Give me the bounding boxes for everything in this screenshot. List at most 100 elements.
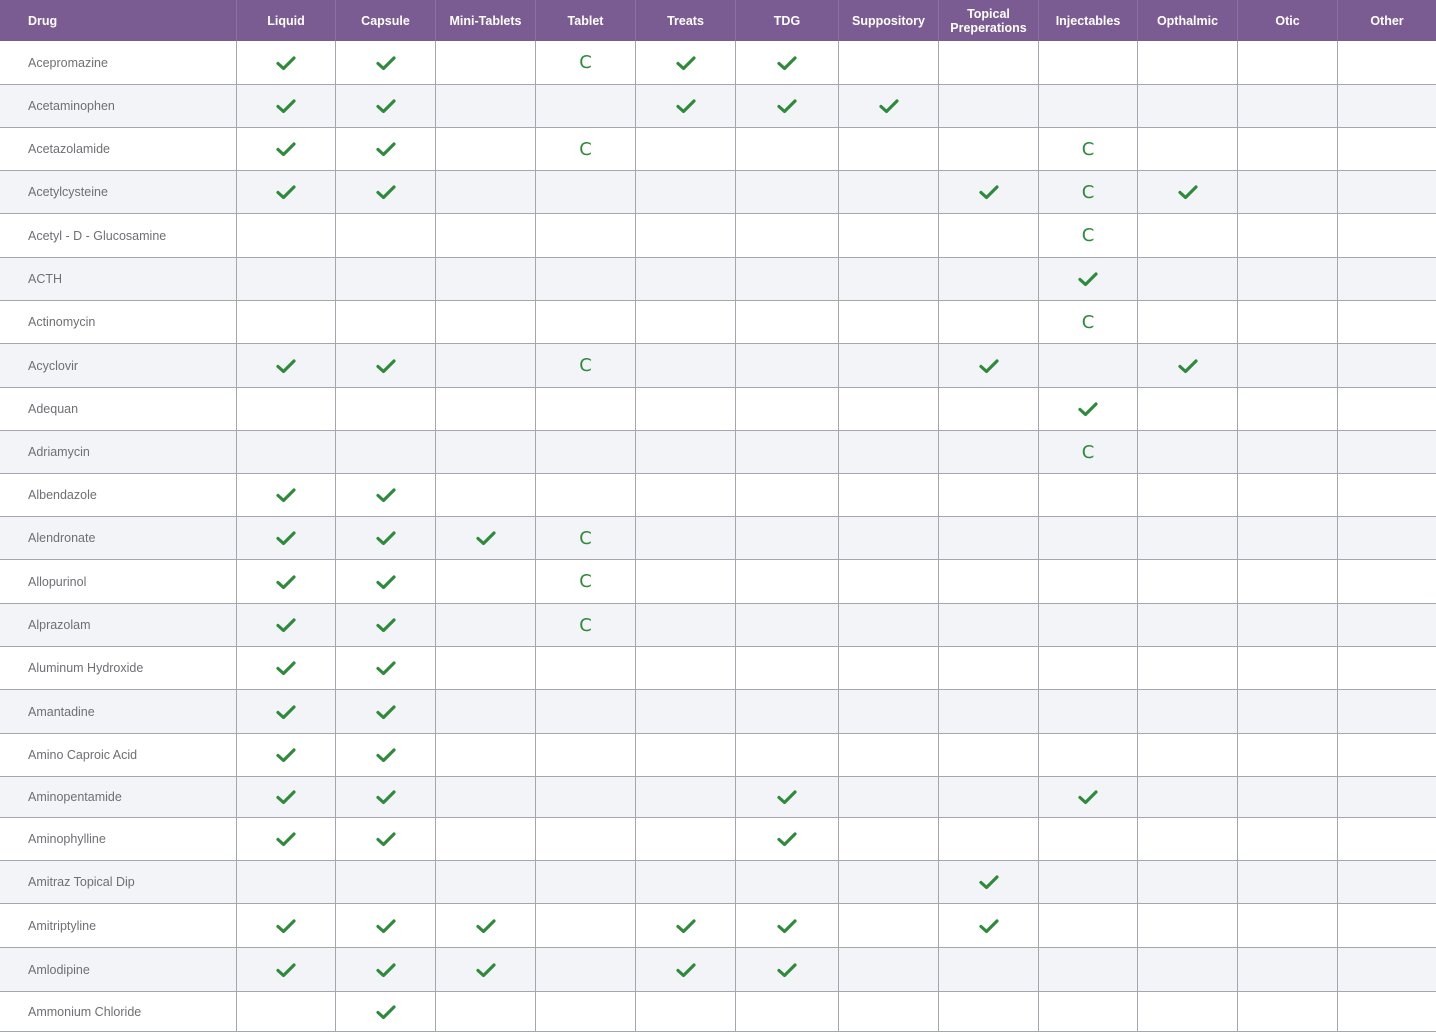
table-cell — [1138, 85, 1238, 127]
table-cell — [1138, 214, 1238, 257]
table-cell — [1238, 388, 1338, 430]
table-cell — [237, 474, 336, 516]
table-cell — [939, 128, 1039, 170]
table-cell — [536, 85, 636, 127]
column-header-otic: Otic — [1238, 0, 1338, 41]
checkmark-icon — [777, 55, 797, 71]
table-cell — [1138, 992, 1238, 1031]
table-cell — [336, 388, 436, 430]
table-cell — [336, 431, 436, 473]
table-cell — [237, 41, 336, 84]
table-cell — [436, 647, 536, 689]
table-cell — [336, 128, 436, 170]
table-cell — [1238, 214, 1338, 257]
table-cell — [636, 560, 736, 603]
table-cell — [839, 734, 939, 776]
table-cell — [536, 214, 636, 257]
table-cell — [237, 861, 336, 903]
drug-name: Amitriptyline — [0, 904, 237, 947]
table-cell — [1338, 734, 1436, 776]
table-cell — [1138, 171, 1238, 213]
table-cell — [736, 861, 839, 903]
drug-name: Aminopentamide — [0, 777, 237, 817]
checkmark-icon — [375, 962, 396, 978]
table-cell — [1338, 647, 1436, 689]
table-cell — [536, 171, 636, 213]
drug-name: ACTH — [0, 258, 237, 300]
table-cell — [536, 647, 636, 689]
checkmark-icon — [375, 487, 396, 503]
checkmark-icon — [375, 98, 396, 114]
table-cell — [1338, 474, 1436, 516]
table-cell — [1338, 171, 1436, 213]
table-cell — [939, 777, 1039, 817]
table-cell — [1039, 474, 1138, 516]
table-cell: C — [1039, 171, 1138, 213]
table-cell — [237, 734, 336, 776]
checkmark-icon — [777, 789, 797, 805]
checkmark-icon — [475, 962, 496, 978]
table-cell — [939, 41, 1039, 84]
table-cell — [336, 344, 436, 387]
table-cell — [1338, 777, 1436, 817]
table-cell — [1338, 560, 1436, 603]
table-cell — [1338, 41, 1436, 84]
table-cell — [336, 647, 436, 689]
table-cell — [536, 777, 636, 817]
table-cell — [1138, 258, 1238, 300]
compound-mark: C — [579, 355, 592, 376]
table-cell — [736, 128, 839, 170]
table-cell — [736, 171, 839, 213]
table-cell — [237, 301, 336, 343]
table-cell — [1338, 992, 1436, 1031]
table-cell — [636, 431, 736, 473]
table-cell — [1138, 904, 1238, 947]
checkmark-icon — [276, 487, 296, 503]
drug-name: Ammonium Chloride — [0, 992, 237, 1031]
table-cell — [237, 171, 336, 213]
table-cell — [1238, 734, 1338, 776]
table-cell — [1138, 388, 1238, 430]
table-cell — [436, 734, 536, 776]
table-cell — [1238, 301, 1338, 343]
table-cell — [336, 301, 436, 343]
table-cell — [839, 818, 939, 860]
table-row: Amantadine — [0, 690, 1436, 734]
checkmark-icon — [475, 530, 496, 546]
table-cell — [536, 301, 636, 343]
drug-name: Acetazolamide — [0, 128, 237, 170]
checkmark-icon — [375, 184, 396, 200]
table-cell — [1238, 41, 1338, 84]
checkmark-icon — [276, 962, 296, 978]
table-row: Allopurinol C — [0, 560, 1436, 604]
checkmark-icon — [375, 358, 396, 374]
checkmark-icon — [1078, 271, 1098, 287]
table-cell — [336, 41, 436, 84]
compound-mark: C — [1081, 225, 1095, 246]
table-row: Acetylcysteine C — [0, 171, 1436, 214]
compound-mark: C — [1081, 311, 1095, 333]
table-cell: C — [536, 344, 636, 387]
table-row: Acetyl - D - Glucosamine C — [0, 214, 1436, 258]
checkmark-icon — [276, 574, 296, 590]
checkmark-icon — [777, 98, 797, 114]
table-cell — [237, 388, 336, 430]
checkmark-icon — [375, 1004, 396, 1020]
table-cell — [336, 560, 436, 603]
table-cell — [736, 560, 839, 603]
table-cell — [1338, 301, 1436, 343]
table-cell — [237, 992, 336, 1031]
table-cell — [636, 861, 736, 903]
table-cell — [536, 474, 636, 516]
checkmark-icon — [375, 918, 396, 934]
table-cell — [1338, 517, 1436, 559]
checkmark-icon — [276, 704, 296, 720]
checkmark-icon — [276, 141, 296, 157]
checkmark-icon — [276, 660, 296, 676]
checkmark-icon — [978, 918, 999, 934]
checkmark-icon — [878, 98, 899, 114]
table-cell — [1238, 948, 1338, 991]
drug-name: Amino Caproic Acid — [0, 734, 237, 776]
drug-name: Allopurinol — [0, 560, 237, 603]
table-cell — [536, 690, 636, 733]
